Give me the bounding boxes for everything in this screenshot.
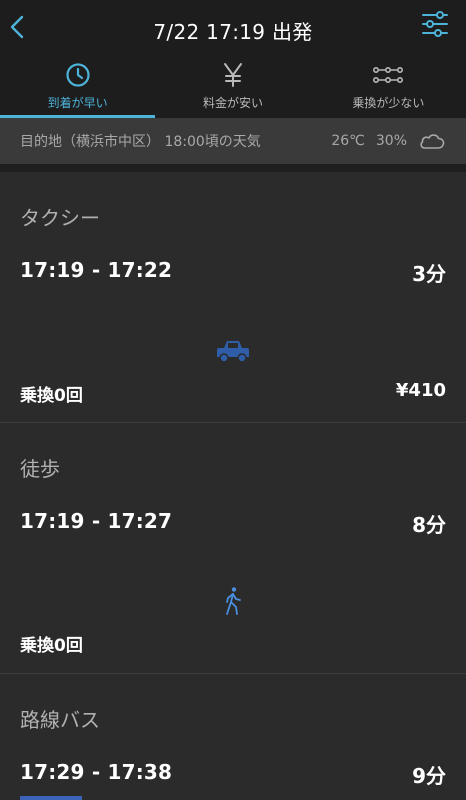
tab-fewest-transfers[interactable]: 乗換が少ない bbox=[311, 56, 466, 118]
route-time-range: 17:29 - 17:38 bbox=[20, 760, 173, 784]
tab-fastest-arrival[interactable]: 到着が早い bbox=[0, 56, 156, 118]
route-mode: 徒歩 bbox=[20, 457, 60, 481]
filter-settings-button[interactable] bbox=[420, 9, 450, 39]
bus-route-line-color bbox=[20, 796, 82, 800]
tab-cheapest-fare[interactable]: 料金が安い bbox=[155, 56, 310, 118]
taxi-icon bbox=[217, 341, 249, 363]
tab-label: 到着が早い bbox=[47, 96, 108, 110]
yen-icon bbox=[223, 63, 242, 87]
section-divider bbox=[0, 164, 466, 172]
tab-label: 料金が安い bbox=[202, 96, 263, 110]
walking-icon bbox=[226, 587, 241, 615]
route-duration: 9分 bbox=[412, 764, 446, 788]
route-duration: 8分 bbox=[412, 513, 446, 537]
route-time-range: 17:19 - 17:22 bbox=[20, 258, 173, 282]
route-card-walk[interactable]: 徒歩 17:19 - 17:27 8分 乗換0回 bbox=[0, 423, 466, 674]
route-card-bus[interactable]: 路線バス 17:29 - 17:38 9分 bbox=[0, 674, 466, 800]
weather-temperature: 26℃ bbox=[331, 133, 365, 149]
route-time-range: 17:19 - 17:27 bbox=[20, 509, 173, 533]
destination-weather-bar: 目的地（横浜市中区） 18:00頃の天気 26℃ 30% bbox=[0, 118, 466, 164]
sliders-icon bbox=[422, 11, 448, 37]
route-transfers: 乗換0回 bbox=[20, 386, 83, 406]
route-mode: タクシー bbox=[20, 206, 100, 230]
app-header: 7/22 17:19 出発 bbox=[0, 0, 466, 56]
cloud-icon bbox=[420, 134, 445, 149]
tab-label: 乗換が少ない bbox=[352, 96, 425, 110]
page-title: 7/22 17:19 出発 bbox=[153, 20, 313, 44]
route-mode: 路線バス bbox=[20, 708, 100, 732]
weather-location: 目的地（横浜市中区） 18:00頃の天気 bbox=[20, 134, 261, 150]
clock-icon bbox=[66, 63, 90, 87]
weather-precipitation: 30% bbox=[375, 133, 407, 149]
route-transfers: 乗換0回 bbox=[20, 636, 83, 656]
route-nodes-icon bbox=[373, 66, 404, 84]
sort-tabs: 到着が早い 料金が安い 乗換が少ない bbox=[0, 56, 466, 118]
route-duration: 3分 bbox=[412, 262, 446, 286]
route-fare: ¥410 bbox=[395, 380, 446, 401]
route-card-taxi[interactable]: タクシー 17:19 - 17:22 3分 乗換0回 ¥410 bbox=[0, 172, 466, 423]
